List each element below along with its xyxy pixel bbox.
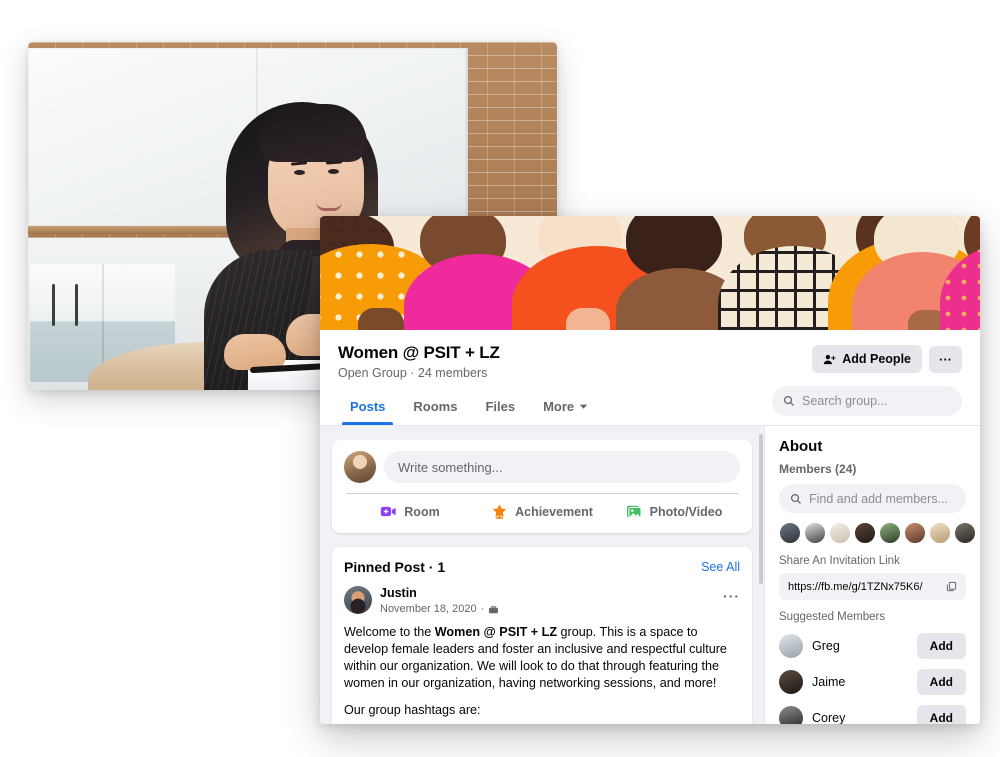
avatar[interactable] xyxy=(954,522,976,544)
pinned-post-card: Pinned Post · 1 See All Justin November … xyxy=(332,547,752,724)
avatar[interactable] xyxy=(779,706,803,724)
composer-row: Write something... xyxy=(344,451,740,483)
feed-scrollbar[interactable] xyxy=(759,434,763,584)
post-composer: Write something... Room Achievement Phot… xyxy=(332,440,752,533)
person-hand-left xyxy=(224,334,286,370)
pinned-post-header: Pinned Post · 1 See All xyxy=(344,559,740,575)
avatar[interactable] xyxy=(344,586,372,614)
post-body: Welcome to the Women @ PSIT + LZ group. … xyxy=(344,624,740,724)
search-icon xyxy=(790,493,802,505)
composer-room-label: Room xyxy=(404,504,440,519)
add-people-button[interactable]: Add People xyxy=(812,345,922,373)
tab-rooms-label: Rooms xyxy=(413,399,458,414)
add-member-button[interactable]: Add xyxy=(916,705,966,724)
suggested-member-name[interactable]: Greg xyxy=(812,639,908,653)
avatar[interactable] xyxy=(904,522,926,544)
post-date: November 18, 2020 xyxy=(380,603,477,615)
ellipsis-icon: ··· xyxy=(939,351,952,367)
search-group-field[interactable] xyxy=(772,386,962,416)
tab-files[interactable]: Files xyxy=(473,391,527,425)
post-author-row: Justin November 18, 2020 · ··· xyxy=(344,586,740,615)
group-more-options-button[interactable]: ··· xyxy=(929,345,962,373)
find-members-field[interactable] xyxy=(779,484,966,513)
pinned-post-title: Pinned Post · 1 xyxy=(344,559,446,575)
star-trophy-icon xyxy=(491,503,508,520)
composer-actions: Room Achievement Photo/Video xyxy=(344,494,740,529)
post-paragraph: Our group hashtags are: xyxy=(344,702,740,719)
person-plus-icon xyxy=(823,353,836,366)
post-options-button[interactable]: ··· xyxy=(723,588,740,604)
video-room-icon xyxy=(380,503,397,520)
find-members-input[interactable] xyxy=(809,491,955,506)
post-text-bold: Women @ PSIT + LZ xyxy=(434,625,558,639)
avatar[interactable] xyxy=(779,634,803,658)
invite-link-text: https://fb.me/g/1TZNx75K6/ xyxy=(788,580,923,593)
main-feed-column: Write something... Room Achievement Phot… xyxy=(320,426,764,724)
tab-more-label: More xyxy=(543,399,575,414)
composer-photo-video-button[interactable]: Photo/Video xyxy=(608,494,740,529)
post-paragraph: Welcome to the Women @ PSIT + LZ group. … xyxy=(344,624,740,692)
post-author-name[interactable]: Justin xyxy=(380,586,499,601)
suggested-member-name[interactable]: Corey xyxy=(812,711,908,724)
post-meta-separator: · xyxy=(480,603,485,615)
post-text: Our group hashtags are: xyxy=(344,703,481,717)
about-sidebar: About Members (24) Find and add members.… xyxy=(764,426,980,724)
tab-files-label: Files xyxy=(485,399,516,414)
person-eye-right xyxy=(328,169,339,174)
avatar[interactable] xyxy=(879,522,901,544)
group-header: Women @ PSIT + LZ Open Group · 24 member… xyxy=(320,330,980,425)
cover-top xyxy=(940,242,980,330)
chevron-down-icon xyxy=(579,402,588,411)
composer-achievement-label: Achievement xyxy=(515,504,593,519)
see-all-link[interactable]: See All xyxy=(701,560,740,574)
avatar[interactable] xyxy=(804,522,826,544)
avatar[interactable] xyxy=(829,522,851,544)
add-member-button[interactable]: Add xyxy=(916,633,966,659)
post-author-info: Justin November 18, 2020 · xyxy=(380,586,499,615)
person-hair-front xyxy=(259,104,367,162)
suggested-member-row: Jaime Add xyxy=(779,669,966,695)
invite-link-field[interactable]: https://fb.me/g/1TZNx75K6/ xyxy=(779,573,966,600)
member-avatars-row xyxy=(779,522,976,544)
group-privacy-icon[interactable] xyxy=(488,604,499,615)
avatar[interactable] xyxy=(779,522,801,544)
search-icon xyxy=(783,395,795,407)
cover-figure-8 xyxy=(940,216,980,330)
composer-room-button[interactable]: Room xyxy=(344,494,476,529)
post-meta: November 18, 2020 · xyxy=(380,603,499,615)
suggested-member-row: Greg Add xyxy=(779,633,966,659)
header-actions: Add People ··· xyxy=(812,345,962,373)
tab-more[interactable]: More xyxy=(531,391,600,425)
cover-hand xyxy=(358,308,404,330)
suggested-member-row: Corey Add xyxy=(779,705,966,724)
avatar[interactable] xyxy=(779,670,803,694)
photo-video-icon xyxy=(626,503,643,520)
avatar[interactable] xyxy=(854,522,876,544)
group-body: Write something... Room Achievement Phot… xyxy=(320,426,980,724)
post-text: Welcome to the xyxy=(344,625,435,639)
cover-hand xyxy=(566,308,610,330)
tab-posts[interactable]: Posts xyxy=(338,391,397,425)
composer-input[interactable]: Write something... xyxy=(384,451,740,483)
composer-achievement-button[interactable]: Achievement xyxy=(476,494,608,529)
person-eye-left xyxy=(294,170,305,175)
add-member-button[interactable]: Add xyxy=(916,669,966,695)
add-people-label: Add People xyxy=(842,352,911,366)
suggested-members-label: Suggested Members xyxy=(779,611,886,623)
avatar[interactable] xyxy=(929,522,951,544)
members-label: Members (24) xyxy=(779,462,857,476)
copy-icon[interactable] xyxy=(946,581,957,592)
facebook-group-window: Women @ PSIT + LZ Open Group · 24 member… xyxy=(320,216,980,724)
about-heading: About xyxy=(779,438,823,455)
composer-photo-video-label: Photo/Video xyxy=(649,504,723,519)
avatar[interactable] xyxy=(344,451,376,483)
suggested-member-name[interactable]: Jaime xyxy=(812,675,908,689)
tab-rooms[interactable]: Rooms xyxy=(401,391,469,425)
search-group-input[interactable] xyxy=(802,394,951,408)
group-cover-photo[interactable] xyxy=(320,216,980,330)
about-section: About Members (24) Find and add members.… xyxy=(765,426,980,724)
screenshot-stage: Women @ PSIT + LZ Open Group · 24 member… xyxy=(0,0,1000,757)
tab-posts-label: Posts xyxy=(350,399,386,414)
invite-link-label: Share An Invitation Link xyxy=(779,555,900,567)
